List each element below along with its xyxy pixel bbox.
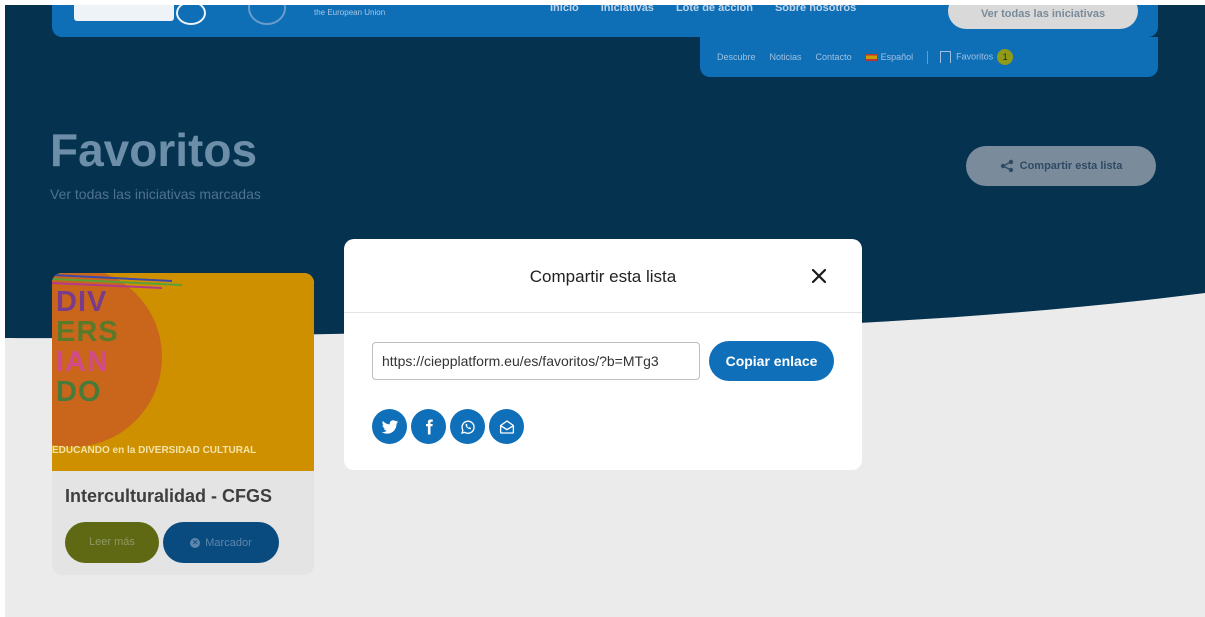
menu-item-action[interactable]: Lote de acción bbox=[676, 5, 753, 14]
eu-funding-text: the European Union bbox=[314, 8, 386, 17]
all-initiatives-button[interactable]: Ver todas las iniciativas bbox=[948, 5, 1138, 29]
page-subtitle: Ver todas las iniciativas marcadas bbox=[50, 186, 261, 202]
language-selector[interactable]: Español bbox=[865, 52, 914, 62]
copy-link-button[interactable]: Copiar enlace bbox=[709, 341, 834, 381]
share-link-input[interactable] bbox=[372, 342, 700, 380]
card-title[interactable]: Interculturalidad - CFGS bbox=[65, 486, 272, 507]
card-image-caption: EDUCANDO en la DIVERSIDAD CULTURAL bbox=[52, 445, 257, 456]
language-label: Español bbox=[880, 52, 914, 62]
twitter-share-button[interactable] bbox=[372, 409, 407, 444]
share-list-label: Compartir esta lista bbox=[1019, 160, 1123, 172]
top-navigation: the European Union Inicio Iniciativas Lo… bbox=[52, 5, 1158, 37]
card-image-letters: DIV ERS IAN DO bbox=[56, 286, 119, 408]
page-title: Favoritos bbox=[50, 124, 258, 176]
share-icon bbox=[1000, 159, 1013, 173]
favorites-label: Favoritos bbox=[956, 51, 994, 62]
bookmark-icon bbox=[940, 51, 952, 63]
whatsapp-icon bbox=[460, 420, 475, 434]
close-button[interactable] bbox=[809, 266, 829, 286]
eu-seal-icon bbox=[248, 5, 286, 25]
share-modal: Compartir esta lista Copiar enlace bbox=[344, 239, 862, 470]
bookmark-label: Marcador bbox=[205, 536, 252, 549]
nav-divider bbox=[927, 50, 929, 64]
spain-flag-icon bbox=[865, 54, 877, 62]
menu-item-about[interactable]: Sobre nosotros bbox=[775, 5, 856, 14]
email-icon bbox=[499, 419, 514, 434]
page: the European Union Inicio Iniciativas Lo… bbox=[5, 5, 1205, 617]
share-list-button[interactable]: Compartir esta lista bbox=[966, 146, 1156, 186]
card-image[interactable]: DIV ERS IAN DO EDUCANDO en la DIVERSIDAD… bbox=[52, 273, 314, 471]
initiative-card: DIV ERS IAN DO EDUCANDO en la DIVERSIDAD… bbox=[52, 273, 314, 575]
nav-contact-link[interactable]: Contacto bbox=[816, 52, 852, 62]
whatsapp-share-button[interactable] bbox=[450, 409, 485, 444]
site-logo[interactable] bbox=[74, 5, 174, 21]
menu-item-home[interactable]: Inicio bbox=[550, 5, 579, 14]
read-more-button[interactable]: Leer más bbox=[65, 522, 159, 563]
social-share-buttons bbox=[372, 409, 524, 444]
modal-header: Compartir esta lista bbox=[344, 239, 862, 313]
favorites-count-badge: 1 bbox=[997, 49, 1014, 65]
facebook-share-button[interactable] bbox=[411, 409, 446, 444]
secondary-navigation: Descubre Noticias Contacto Español Favor… bbox=[700, 37, 1158, 77]
twitter-icon bbox=[381, 419, 398, 434]
modal-title: Compartir esta lista bbox=[529, 267, 677, 286]
nav-discover-link[interactable]: Descubre bbox=[717, 52, 756, 62]
nav-favorites-link[interactable]: Favoritos 1 bbox=[940, 49, 1014, 65]
menu-item-initiatives[interactable]: Iniciativas bbox=[601, 5, 654, 14]
globe-logo-icon bbox=[176, 5, 206, 25]
bookmark-button[interactable]: ✕ Marcador bbox=[163, 522, 279, 563]
main-menu: Inicio Iniciativas Lote de acción Sobre … bbox=[550, 5, 856, 14]
nav-news-link[interactable]: Noticias bbox=[770, 52, 802, 62]
facebook-icon bbox=[425, 419, 433, 434]
close-icon bbox=[811, 268, 827, 284]
email-share-button[interactable] bbox=[489, 409, 524, 444]
remove-bookmark-icon: ✕ bbox=[190, 537, 201, 548]
